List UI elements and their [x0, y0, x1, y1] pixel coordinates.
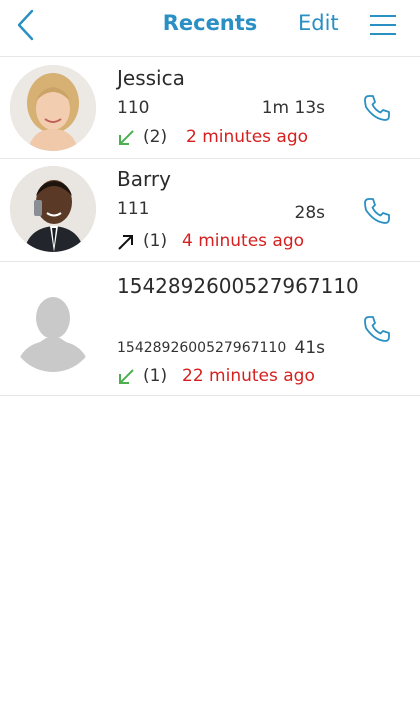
- outgoing-call-arrow-icon: [118, 235, 133, 250]
- call-button[interactable]: [362, 314, 392, 344]
- contact-number: 110: [117, 98, 150, 118]
- call-button[interactable]: [362, 93, 392, 123]
- contact-name: 1542892600527967110: [117, 274, 359, 298]
- call-count: (1): [143, 366, 168, 386]
- call-time-ago: 22 minutes ago: [182, 366, 315, 386]
- call-log-row[interactable]: Jessica 110 1m 13s (2) 2 minutes ago: [0, 56, 420, 159]
- avatar: [10, 166, 96, 252]
- call-time-ago: 4 minutes ago: [182, 231, 305, 251]
- contact-number: 1542892600527967110: [117, 340, 287, 356]
- avatar: [10, 65, 96, 151]
- call-duration: 1m 13s: [261, 98, 325, 118]
- incoming-call-arrow-icon: [119, 130, 134, 145]
- avatar-photo-icon: [10, 166, 96, 252]
- contact-name: Jessica: [117, 66, 185, 90]
- phone-icon: [364, 95, 390, 121]
- call-time-ago: 2 minutes ago: [186, 127, 309, 147]
- edit-button[interactable]: Edit: [298, 11, 339, 35]
- call-log-row[interactable]: 1542892600527967110 1542892600527967110 …: [0, 262, 420, 396]
- call-log-row[interactable]: Barry 111 28s (1) 4 minutes ago: [0, 158, 420, 262]
- incoming-call-arrow-icon: [119, 369, 134, 384]
- avatar: [10, 286, 96, 372]
- call-count: (2): [143, 127, 168, 147]
- page-title: Recents: [162, 11, 258, 35]
- call-duration: 41s: [294, 338, 326, 358]
- call-button[interactable]: [362, 196, 392, 226]
- default-person-silhouette-icon: [10, 286, 96, 372]
- hamburger-menu-icon: [370, 15, 396, 35]
- contact-number: 111: [117, 199, 150, 219]
- call-duration: 28s: [294, 203, 326, 223]
- phone-icon: [364, 198, 390, 224]
- nav-bar: Recents Edit: [0, 0, 420, 52]
- phone-icon: [364, 316, 390, 342]
- contact-name: Barry: [117, 167, 171, 191]
- avatar-photo-icon: [10, 65, 96, 151]
- call-count: (1): [143, 231, 168, 251]
- menu-button[interactable]: [368, 12, 398, 38]
